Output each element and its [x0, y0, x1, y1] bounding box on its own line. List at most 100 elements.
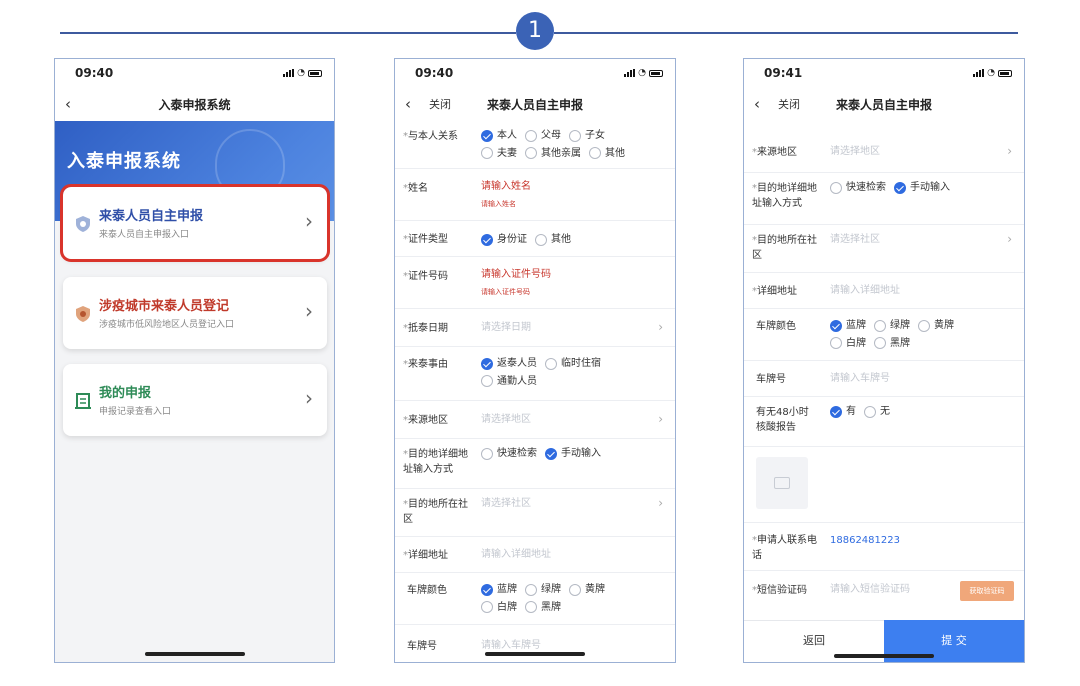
field-name: *姓名 请输入姓名 请输入姓名	[395, 169, 675, 221]
radio-option[interactable]: 快速检索	[481, 445, 537, 462]
field-label: 有无48小时核酸报告	[756, 407, 809, 433]
radio-option[interactable]: 父母	[525, 127, 561, 144]
radio-option[interactable]: 白牌	[830, 335, 866, 352]
close-link[interactable]: 关闭	[778, 96, 800, 112]
radio-option[interactable]: 黑牌	[525, 599, 561, 616]
get-code-button[interactable]: 获取验证码	[960, 581, 1014, 601]
field-label: 来源地区	[408, 415, 448, 426]
region-picker[interactable]: 请选择地区	[830, 144, 880, 160]
radio-option[interactable]: 蓝牌	[830, 317, 866, 334]
status-bar: 09:40 ◔	[395, 59, 675, 87]
radio-option[interactable]: 白牌	[481, 599, 517, 616]
radio-option[interactable]: 其他亲属	[525, 145, 581, 162]
id-number-input[interactable]: 请输入证件号码	[481, 267, 551, 283]
field-label: 目的地所在社区	[403, 499, 468, 525]
status-bar: 09:41 ◔	[744, 59, 1024, 87]
radio-checked-icon	[545, 447, 557, 460]
field-label: 详细地址	[757, 286, 797, 297]
card-title: 我的申报	[99, 386, 152, 401]
battery-icon	[998, 69, 1012, 77]
chevron-right-icon: ›	[658, 496, 663, 510]
radio-option[interactable]: 临时住宿	[545, 355, 601, 372]
radio-option[interactable]: 快速检索	[830, 179, 886, 196]
phone-declaration-form-bottom: 09:41 ◔ ‹ 关闭 来泰人员自主申报 *来源地区 请选择地区 › *目的地…	[743, 58, 1025, 663]
signal-icon	[973, 69, 985, 77]
radio-option[interactable]: 无	[864, 403, 890, 420]
sms-code-input[interactable]: 请输入短信验证码	[830, 582, 910, 598]
camera-icon	[774, 477, 790, 489]
card-subtitle: 申报记录查看入口	[99, 407, 172, 417]
field-address: *详细地址 请输入详细地址	[744, 273, 1024, 309]
hero-title: 入泰申报系统	[67, 151, 181, 172]
validation-hint: 请输入姓名	[481, 200, 516, 208]
radio-option[interactable]: 子女	[569, 127, 605, 144]
field-community[interactable]: *目的地所在社区 请选择社区 ›	[395, 489, 675, 537]
field-origin[interactable]: *来源地区 请选择地区 ›	[395, 401, 675, 439]
radio-unchecked-icon	[525, 601, 537, 613]
signal-icon	[283, 69, 295, 77]
radio-option[interactable]: 黄牌	[918, 317, 954, 334]
card-subtitle: 来泰人员自主申报入口	[99, 230, 190, 240]
radio-option[interactable]: 本人	[481, 127, 517, 144]
field-label: 抵泰日期	[408, 323, 448, 334]
back-arrow-icon[interactable]: ‹	[405, 95, 411, 113]
radio-option[interactable]: 夫妻	[481, 145, 517, 162]
radio-option[interactable]: 黑牌	[874, 335, 910, 352]
status-icons: ◔	[283, 68, 322, 78]
card-self-declaration[interactable]: 来泰人员自主申报 来泰人员自主申报入口 ›	[60, 184, 330, 262]
address-input[interactable]: 请输入详细地址	[830, 283, 900, 299]
photo-upload-button[interactable]	[756, 457, 808, 509]
field-address-mode: *目的地详细地址输入方式 快速检索 手动输入	[744, 173, 1024, 225]
name-input[interactable]: 请输入姓名	[481, 179, 531, 195]
radio-option[interactable]: 手动输入	[894, 179, 950, 196]
field-label: 与本人关系	[408, 131, 458, 142]
field-label: 证件类型	[408, 234, 448, 245]
plate-number-input[interactable]: 请输入车牌号	[830, 371, 890, 387]
field-arrival-date[interactable]: *抵泰日期 请选择日期 ›	[395, 309, 675, 347]
nav-bar: ‹ 入泰申报系统	[55, 87, 334, 121]
card-epidemic-city-registration[interactable]: 涉疫城市来泰人员登记 涉疫城市低风险地区人员登记入口 ›	[63, 277, 327, 349]
phone-declaration-form-top: 09:40 ◔ ‹ 关闭 来泰人员自主申报 *与本人关系 本人 父母 子女 夫妻 其他…	[394, 58, 676, 663]
radio-unchecked-icon	[525, 129, 537, 142]
radio-option[interactable]: 其他	[535, 231, 571, 248]
radio-option[interactable]: 黄牌	[569, 581, 605, 598]
close-link[interactable]: 关闭	[429, 96, 451, 112]
field-reason: *来泰事由 返泰人员 临时住宿 通勤人员	[395, 347, 675, 401]
radio-option[interactable]: 手动输入	[545, 445, 601, 462]
radio-option[interactable]: 身份证	[481, 231, 527, 248]
radio-option[interactable]: 其他	[589, 145, 625, 162]
community-picker[interactable]: 请选择社区	[830, 232, 880, 248]
field-label: 短信验证码	[757, 585, 807, 596]
chevron-right-icon: ›	[658, 320, 663, 334]
field-label: 详细地址	[408, 550, 448, 561]
wifi-icon: ◔	[297, 68, 305, 78]
field-label: 目的地详细地址输入方式	[403, 449, 468, 475]
field-id-type: *证件类型 身份证 其他	[395, 221, 675, 257]
phone-home-screen: 09:40 ◔ ‹ 入泰申报系统 入泰申报系统 来泰人员自主申报 来泰人员自主申…	[54, 58, 335, 663]
step-line-left	[60, 32, 516, 34]
radio-option[interactable]: 通勤人员	[481, 373, 537, 390]
radio-option[interactable]: 绿牌	[525, 581, 561, 598]
address-input[interactable]: 请输入详细地址	[481, 547, 551, 563]
wifi-icon: ◔	[987, 68, 995, 78]
community-picker[interactable]: 请选择社区	[481, 496, 531, 512]
region-picker[interactable]: 请选择地区	[481, 412, 531, 428]
date-picker[interactable]: 请选择日期	[481, 320, 531, 336]
radio-option[interactable]: 有	[830, 403, 856, 420]
radio-option[interactable]: 绿牌	[874, 317, 910, 334]
radio-option[interactable]: 蓝牌	[481, 581, 517, 598]
radio-unchecked-icon	[918, 319, 930, 332]
radio-checked-icon	[830, 319, 842, 332]
wifi-icon: ◔	[638, 68, 646, 78]
radio-checked-icon	[481, 583, 493, 596]
card-my-declarations[interactable]: 我的申报 申报记录查看入口 ›	[63, 364, 327, 436]
phone-input[interactable]: 18862481223	[830, 533, 900, 549]
radio-unchecked-icon	[589, 147, 601, 159]
radio-option[interactable]: 返泰人员	[481, 355, 537, 372]
field-community[interactable]: *目的地所在社区 请选择社区 ›	[744, 225, 1024, 273]
back-arrow-icon[interactable]: ‹	[65, 95, 71, 113]
field-address-mode: *目的地详细地址输入方式 快速检索 手动输入	[395, 439, 675, 489]
field-origin[interactable]: *来源地区 请选择地区 ›	[744, 133, 1024, 173]
field-photo-upload	[744, 447, 1024, 523]
back-arrow-icon[interactable]: ‹	[754, 95, 760, 113]
